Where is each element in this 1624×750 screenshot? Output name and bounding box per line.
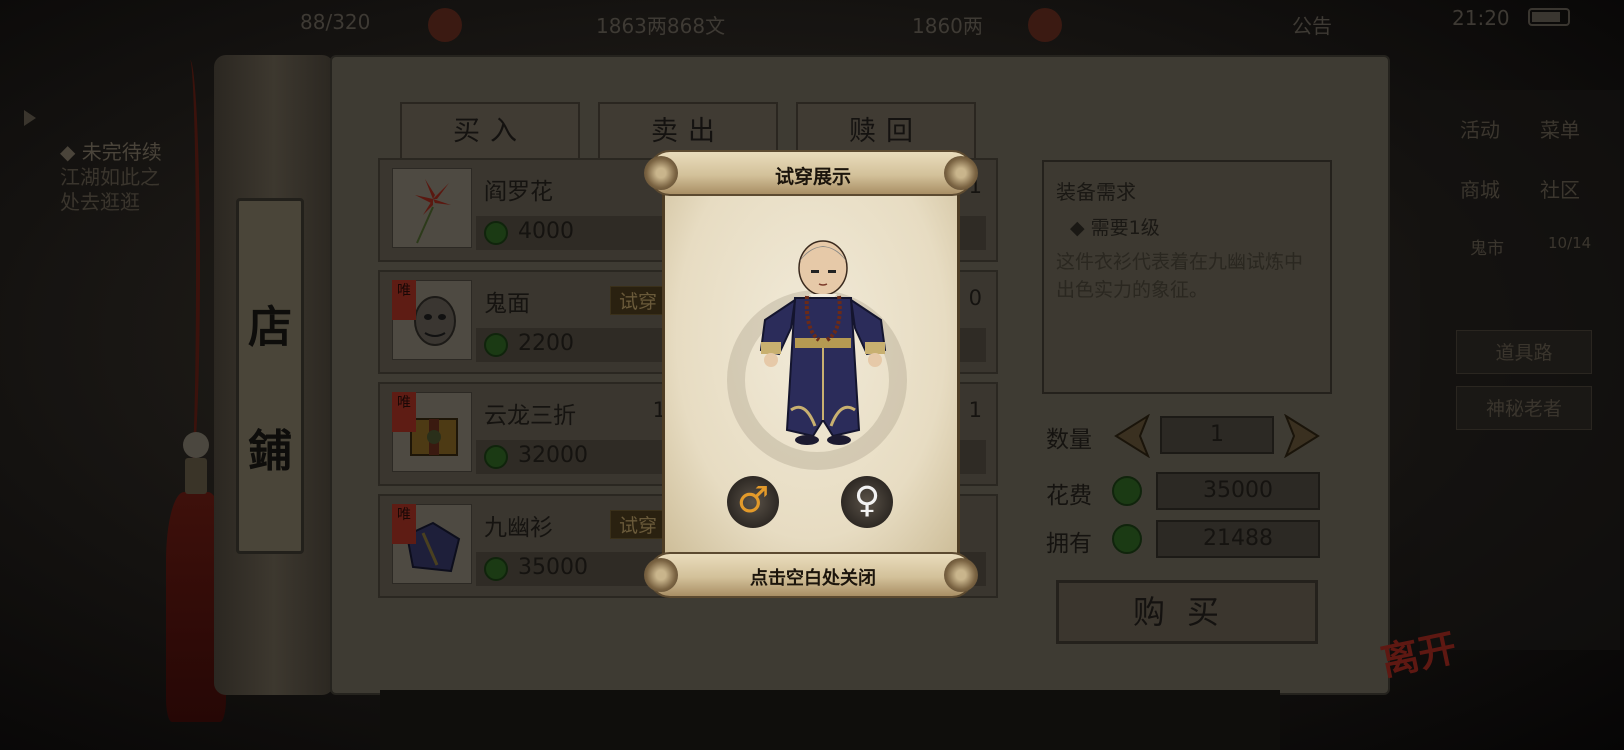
male-icon: ♂ xyxy=(736,480,770,521)
popup-top-rod: 试穿展示 xyxy=(644,150,978,196)
item-name: 鬼面 xyxy=(484,291,530,317)
menu-mall[interactable]: 商城 xyxy=(1460,174,1500,203)
female-icon: ♀ xyxy=(853,480,881,521)
tab-buy[interactable]: 买入 xyxy=(400,102,580,160)
expand-arrow-icon[interactable] xyxy=(24,110,36,126)
item-price: 2200 xyxy=(518,331,574,356)
add-silver-icon[interactable] xyxy=(1028,8,1062,42)
coin-icon xyxy=(1112,524,1142,554)
coin-icon xyxy=(1112,476,1142,506)
popup-bottom-rod[interactable]: 点击空白处关闭 xyxy=(644,552,978,598)
increase-arrow-icon[interactable] xyxy=(1284,414,1324,458)
menu-activity[interactable]: 活动 xyxy=(1460,114,1500,143)
coin-icon xyxy=(484,557,508,581)
location-name: 鬼市 xyxy=(1470,239,1504,259)
guide-button[interactable]: 道具路 xyxy=(1456,330,1592,374)
quantity-label: 数量 xyxy=(1046,427,1092,453)
quest-line: 江湖如此之 xyxy=(60,165,160,189)
menu-main[interactable]: 菜单 xyxy=(1540,114,1580,143)
cost-field: 35000 xyxy=(1156,472,1320,510)
add-stamina-icon[interactable] xyxy=(428,8,462,42)
item-price: 35000 xyxy=(518,555,588,580)
item-info-box: 装备需求 ◆ 需要1级 这件衣衫代表着在九幽试炼中出色实力的象征。 xyxy=(1042,160,1332,394)
tassel-cap xyxy=(185,458,207,494)
decrease-arrow-icon[interactable] xyxy=(1110,414,1150,458)
coin-icon xyxy=(484,333,508,357)
silver-value: 1860两 xyxy=(912,14,983,38)
tassel-cord xyxy=(180,60,200,480)
info-heading: 装备需求 xyxy=(1056,180,1136,204)
unique-ribbon: 唯 xyxy=(392,280,416,320)
unique-ribbon: 唯 xyxy=(392,392,416,432)
quest-title: ◆ 未完待续 xyxy=(60,140,162,164)
clock: 21:20 xyxy=(1452,6,1510,30)
quantity-field[interactable]: 1 xyxy=(1160,416,1274,454)
male-button[interactable]: ♂ xyxy=(727,476,779,528)
copper-value: 1863两868文 xyxy=(596,14,726,38)
coin-icon xyxy=(484,221,508,245)
own-field: 21488 xyxy=(1156,520,1320,558)
own-label: 拥有 xyxy=(1046,531,1092,557)
buy-button[interactable]: 购买 xyxy=(1056,580,1318,644)
quest-line: 处去逛逛 xyxy=(60,190,140,214)
item-name: 云龙三折 xyxy=(484,403,576,429)
status-bar: 88/320 1863两868文 1860两 公告 21:20 xyxy=(0,0,1624,50)
try-on-popup: ♂ ♀ 试穿展示 点击空白处关闭 xyxy=(644,150,978,598)
battery-icon xyxy=(1528,8,1570,26)
announcement-button[interactable]: 公告 xyxy=(1292,10,1332,39)
close-hint: 点击空白处关闭 xyxy=(750,568,876,589)
bottom-dock xyxy=(380,690,1280,750)
quest-tracker[interactable]: ◆ 未完待续 江湖如此之 处去逛逛 xyxy=(60,140,162,215)
tassel-bead xyxy=(183,432,209,458)
character-preview xyxy=(759,240,887,445)
info-description: 这件衣衫代表着在九幽试炼中出色实力的象征。 xyxy=(1056,251,1304,301)
item-price: 4000 xyxy=(518,219,574,244)
menu-community[interactable]: 社区 xyxy=(1540,174,1580,203)
popup-title: 试穿展示 xyxy=(774,166,851,188)
flower-item-icon xyxy=(392,168,472,248)
item-price: 32000 xyxy=(518,443,588,468)
popup-paper: ♂ ♀ xyxy=(662,190,960,556)
shop-title-plaque: 店 鋪 xyxy=(236,198,304,554)
location-count: 10/14 xyxy=(1548,234,1592,252)
merchant-button[interactable]: 神秘老者 xyxy=(1456,386,1592,430)
item-name: 阎罗花 xyxy=(484,179,553,205)
info-requirement: ◆ 需要1级 xyxy=(1070,217,1160,239)
coin-icon xyxy=(484,445,508,469)
shop-title-char: 鋪 xyxy=(248,426,292,477)
item-name: 九幽衫 xyxy=(484,515,553,541)
stamina-value: 88/320 xyxy=(300,10,371,34)
unique-ribbon: 唯 xyxy=(392,504,416,544)
cost-label: 花费 xyxy=(1046,483,1092,509)
female-button[interactable]: ♀ xyxy=(841,476,893,528)
shop-title-char: 店 xyxy=(248,302,292,353)
